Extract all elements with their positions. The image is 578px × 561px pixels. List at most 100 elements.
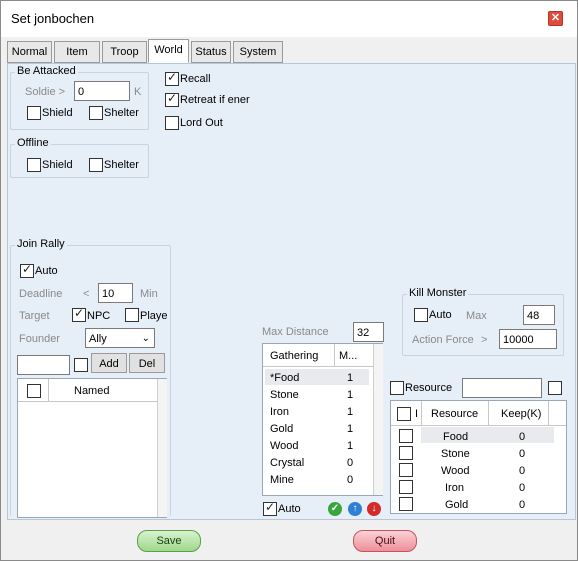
- arrow-up-icon[interactable]: ↑: [348, 502, 362, 516]
- quit-button[interactable]: Quit: [353, 530, 417, 552]
- soldier-input[interactable]: 0: [74, 81, 130, 101]
- gathering-row-name[interactable]: *Food: [270, 372, 299, 384]
- gathering-row-value[interactable]: 0: [347, 457, 353, 469]
- gathering-row-value[interactable]: 1: [347, 372, 353, 384]
- resource-row-checkbox[interactable]: [399, 480, 413, 494]
- deadline-op: <: [83, 288, 90, 300]
- deadline-input[interactable]: 10: [98, 283, 133, 303]
- monster-auto-label: Auto: [429, 309, 452, 321]
- named-list-scrollbar[interactable]: [157, 379, 167, 517]
- max-distance-input[interactable]: 32: [353, 322, 384, 342]
- gathering-auto-checkbox[interactable]: [263, 500, 277, 516]
- column-divider: [488, 401, 489, 425]
- action-force-input[interactable]: 10000: [499, 329, 557, 349]
- resource-row-checkbox[interactable]: [399, 429, 413, 443]
- resource-extra-checkbox[interactable]: [548, 381, 562, 395]
- monster-auto-checkbox[interactable]: [414, 308, 428, 322]
- resource-row-name[interactable]: Wood: [441, 465, 470, 477]
- named-list[interactable]: Named: [17, 378, 167, 518]
- header-divider: [263, 366, 373, 367]
- resource-input[interactable]: [462, 378, 542, 398]
- target-player-checkbox[interactable]: [125, 308, 139, 322]
- column-divider: [334, 344, 335, 366]
- retreat-label: Retreat if ener: [180, 94, 250, 106]
- monster-max-input[interactable]: 48: [523, 305, 555, 325]
- resource-checkbox[interactable]: [390, 381, 404, 395]
- resource-row-keep[interactable]: 0: [519, 482, 525, 494]
- resource-row-checkbox[interactable]: [399, 463, 413, 477]
- gathering-row-name[interactable]: Mine: [270, 474, 294, 486]
- be-attacked-group: Be Attacked Soldie > 0 K Shield Shelter: [10, 65, 149, 130]
- resource-row-checkbox[interactable]: [399, 497, 413, 511]
- attacked-shelter-checkbox[interactable]: [89, 106, 103, 120]
- gathering-table[interactable]: Gathering M... *Food 1 Stone 1 Iron 1 Go…: [262, 343, 383, 496]
- offline-shelter-checkbox[interactable]: [89, 158, 103, 172]
- offline-shield-checkbox[interactable]: [27, 158, 41, 172]
- keep-column-header: Keep(K): [501, 408, 542, 420]
- resource-row-keep[interactable]: 0: [519, 465, 525, 477]
- lord-out-label: Lord Out: [180, 117, 223, 129]
- resource-row-name[interactable]: Iron: [445, 482, 464, 494]
- lord-out-checkbox[interactable]: [165, 116, 179, 130]
- gathering-row-value[interactable]: 0: [347, 474, 353, 486]
- resource-row-name[interactable]: Stone: [441, 448, 470, 460]
- resource-row-name[interactable]: Food: [443, 431, 468, 443]
- gathering-m-column-header: M...: [339, 350, 358, 362]
- resource-label: Resource: [405, 382, 453, 394]
- soldier-unit: K: [134, 86, 142, 98]
- target-npc-checkbox[interactable]: [72, 306, 86, 322]
- resource-row-checkbox[interactable]: [399, 446, 413, 460]
- tab-normal[interactable]: Normal: [7, 41, 52, 63]
- action-force-label: Action Force: [412, 334, 474, 346]
- gathering-row-value[interactable]: 1: [347, 423, 353, 435]
- tab-world[interactable]: World: [148, 39, 189, 63]
- named-entry-checkbox[interactable]: [74, 358, 88, 372]
- gathering-row-name[interactable]: Gold: [270, 423, 293, 435]
- offline-group: Offline Shield Shelter: [10, 137, 149, 178]
- founder-select[interactable]: Ally ⌄: [85, 328, 155, 348]
- named-entry-input[interactable]: [17, 355, 70, 375]
- recall-checkbox[interactable]: [165, 70, 179, 86]
- offline-title: Offline: [15, 137, 51, 149]
- gathering-column-header: Gathering: [270, 350, 319, 362]
- gathering-row-name[interactable]: Crystal: [270, 457, 304, 469]
- tab-system[interactable]: System: [233, 41, 283, 63]
- close-icon[interactable]: ✕: [548, 11, 563, 26]
- arrow-down-icon[interactable]: ↓: [367, 502, 381, 516]
- rally-auto-checkbox[interactable]: [20, 262, 34, 278]
- gathering-row-name[interactable]: Stone: [270, 389, 299, 401]
- gathering-row-value[interactable]: 1: [347, 440, 353, 452]
- tab-status[interactable]: Status: [191, 41, 231, 63]
- max-distance-label: Max Distance: [262, 326, 329, 338]
- deadline-unit: Min: [140, 288, 158, 300]
- del-button[interactable]: Del: [129, 353, 165, 373]
- save-button[interactable]: Save: [137, 530, 201, 552]
- resource-row-keep[interactable]: 0: [519, 499, 525, 511]
- add-button[interactable]: Add: [91, 353, 127, 373]
- resource-select-all-checkbox[interactable]: [397, 407, 411, 421]
- resource-table[interactable]: I Resource Keep(K) Food 0 Stone 0 Wood 0…: [390, 400, 567, 514]
- gathering-row-name[interactable]: Iron: [270, 406, 289, 418]
- target-label: Target: [19, 310, 50, 322]
- resource-row-keep[interactable]: 0: [519, 431, 525, 443]
- gathering-scrollbar[interactable]: [373, 344, 383, 495]
- named-select-all-checkbox[interactable]: [27, 384, 41, 398]
- title-bar: Set jonbochen ✕: [1, 1, 577, 37]
- join-rally-group: Join Rally Auto Deadline < 10 Min Target…: [10, 238, 171, 518]
- tab-item[interactable]: Item: [54, 41, 100, 63]
- retreat-checkbox[interactable]: [165, 91, 179, 107]
- gathering-row-value[interactable]: 1: [347, 406, 353, 418]
- gathering-row-value[interactable]: 1: [347, 389, 353, 401]
- target-player-label: Playe: [140, 310, 168, 322]
- gathering-row-name[interactable]: Wood: [270, 440, 299, 452]
- resource-row-keep[interactable]: 0: [519, 448, 525, 460]
- attacked-shield-checkbox[interactable]: [27, 106, 41, 120]
- resource-row-name[interactable]: Gold: [445, 499, 468, 511]
- check-icon[interactable]: ✓: [328, 502, 342, 516]
- column-divider: [421, 401, 422, 425]
- column-divider: [548, 401, 549, 425]
- target-npc-label: NPC: [87, 310, 111, 322]
- join-rally-title: Join Rally: [15, 238, 67, 250]
- attacked-shelter-label: Shelter: [104, 107, 139, 119]
- tab-troop[interactable]: Troop: [102, 41, 147, 63]
